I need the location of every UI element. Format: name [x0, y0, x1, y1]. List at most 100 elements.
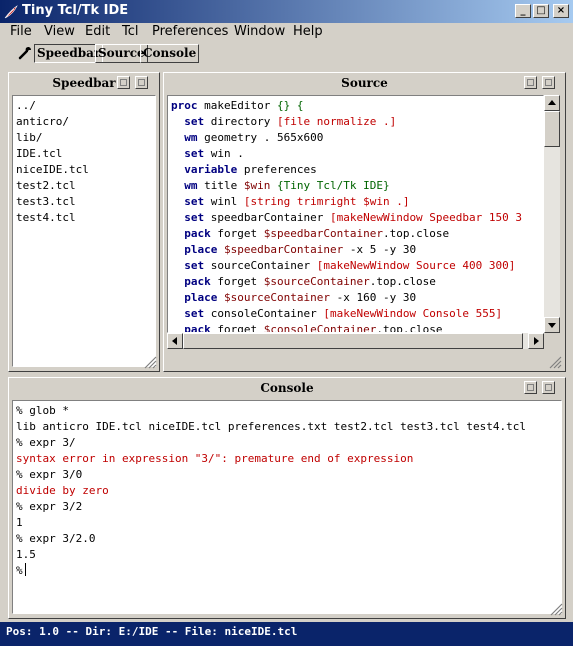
toolbar-console-button[interactable]: Console: [140, 44, 200, 63]
speedbar-file-list[interactable]: ../anticro/lib/IDE.tcl niceIDE.tcl test2.t…: [12, 95, 156, 367]
file-list-item[interactable]: test4.tcl: [16, 210, 152, 226]
console-line: lib anticro IDE.tcl niceIDE.tcl preferen…: [16, 420, 526, 433]
source-maximize-button[interactable]: [542, 76, 555, 89]
source-line: set speedbarContainer [makeNewWindow Spe…: [171, 210, 540, 226]
resize-grip-icon[interactable]: [549, 602, 563, 616]
resize-grip-icon[interactable]: [548, 355, 562, 369]
code-token: pack: [184, 227, 211, 240]
console-panel: Console % glob * lib anticro IDE.tcl nice…: [8, 377, 566, 619]
code-token: forget: [210, 275, 264, 288]
source-editor[interactable]: proc makeEditor {} { set directory [file…: [167, 95, 544, 333]
toolbar-speedbar-button[interactable]: Speedbar: [34, 44, 104, 63]
source-line: place $speedbarContainer -x 5 -y 30: [171, 242, 540, 258]
minimize-button[interactable]: _: [515, 4, 531, 18]
code-token: $speedbarContainer: [224, 243, 344, 256]
code-token: -x 160 -y 30: [329, 291, 417, 304]
menu-preferences[interactable]: Preferences: [152, 24, 228, 39]
code-token: set: [184, 259, 205, 272]
code-token: -x 5 -y 30: [343, 243, 417, 256]
code-token: title: [197, 179, 244, 192]
console-line: divide by zero: [16, 484, 109, 497]
console-prompt-line[interactable]: %: [16, 563, 558, 579]
menu-edit[interactable]: Edit: [85, 24, 110, 39]
file-list-item[interactable]: ../: [16, 98, 152, 114]
code-token: makeEditor: [197, 99, 277, 112]
speedbar-maximize-button[interactable]: [135, 76, 148, 89]
code-token: place: [184, 243, 218, 256]
scroll-left-button[interactable]: [167, 333, 183, 349]
code-token: [makeNewWindow Console 555]: [323, 307, 503, 320]
console-line: 1.5: [16, 548, 36, 561]
code-token: win .: [204, 147, 244, 160]
source-vscroll-thumb[interactable]: [544, 111, 560, 147]
code-token: set: [184, 211, 205, 224]
file-list-item[interactable]: lib/: [16, 130, 152, 146]
menu-help[interactable]: Help: [293, 24, 323, 39]
file-list-item[interactable]: niceIDE.tcl: [16, 162, 152, 178]
code-token: [makeNewWindow Source 400 300]: [316, 259, 516, 272]
menu-view[interactable]: View: [44, 24, 75, 39]
resize-grip-icon[interactable]: [143, 355, 157, 369]
source-line: set consoleContainer [makeNewWindow Cons…: [171, 306, 540, 322]
console-minimize-button[interactable]: [524, 381, 537, 394]
code-token: variable: [184, 163, 238, 176]
source-line: pack forget $speedbarContainer.top.close: [171, 226, 540, 242]
source-line: wm geometry . 565x600: [171, 130, 540, 146]
scroll-up-button[interactable]: [544, 95, 560, 111]
file-list-item[interactable]: IDE.tcl: [16, 146, 152, 162]
console-line: % glob *: [16, 404, 69, 417]
console-line: 1: [16, 516, 23, 529]
scroll-down-button[interactable]: [544, 317, 560, 333]
source-hscroll-thumb[interactable]: [183, 333, 523, 349]
scroll-right-button[interactable]: [528, 333, 544, 349]
menu-window[interactable]: Window: [234, 24, 285, 39]
maximize-icon: [545, 384, 552, 391]
menu-file[interactable]: File: [10, 24, 32, 39]
close-window-button[interactable]: ×: [553, 4, 569, 18]
source-line: set win .: [171, 146, 540, 162]
source-line: pack forget $consoleContainer.top.close: [171, 322, 540, 332]
maximize-icon: [138, 79, 145, 86]
maximize-button[interactable]: □: [533, 4, 549, 18]
file-list-item[interactable]: test2.tcl: [16, 178, 152, 194]
text-cursor: [24, 563, 26, 576]
code-token: set: [184, 147, 205, 160]
console-line: syntax error in expression "3/": prematu…: [16, 452, 414, 465]
source-line: variable preferences: [171, 162, 540, 178]
arrow-right-icon: [534, 337, 539, 345]
restore-icon: [120, 79, 127, 86]
menu-bar: File View Edit Tcl Preferences Window He…: [0, 23, 573, 41]
speedbar-panel: Speedbar ../anticro/lib/IDE.tcl niceIDE.t…: [8, 72, 160, 372]
source-title: Source: [341, 76, 388, 90]
menu-tcl[interactable]: Tcl: [122, 24, 139, 39]
console-line: % expr 3/2.0: [16, 532, 96, 545]
title-bar[interactable]: Tiny Tcl/Tk IDE _ □ ×: [0, 0, 573, 23]
console-line: % expr 3/: [16, 436, 76, 449]
console-output[interactable]: % glob * lib anticro IDE.tcl niceIDE.tcl …: [12, 400, 562, 614]
speedbar-minimize-button[interactable]: [117, 76, 130, 89]
console-title: Console: [260, 381, 314, 395]
code-token: $sourceContainer: [224, 291, 330, 304]
code-token: set: [184, 307, 205, 320]
source-line: wm title $win {Tiny Tcl/Tk IDE}: [171, 178, 540, 194]
code-token: forget: [210, 227, 264, 240]
console-maximize-button[interactable]: [542, 381, 555, 394]
file-list-item[interactable]: test3.tcl: [16, 194, 152, 210]
arrow-up-icon: [548, 100, 556, 105]
source-minimize-button[interactable]: [524, 76, 537, 89]
code-token: {: [296, 99, 304, 112]
file-list-item[interactable]: anticro/: [16, 114, 152, 130]
wrench-icon[interactable]: [17, 45, 33, 61]
